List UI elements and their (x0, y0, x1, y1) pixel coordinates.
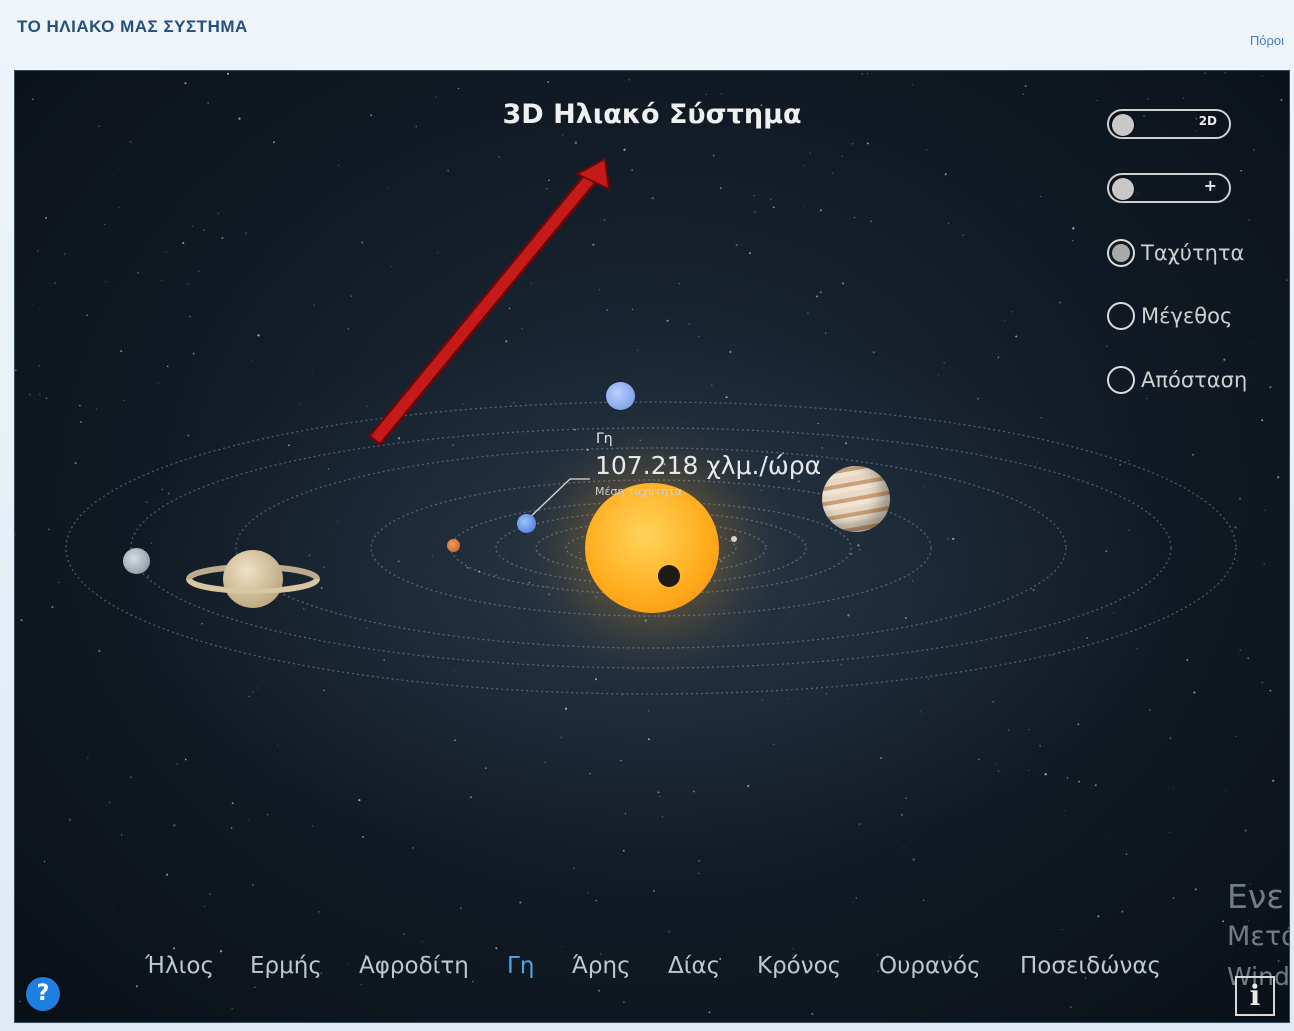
mercury-transit-dot[interactable] (658, 565, 680, 587)
page-title: ΤΟ ΗΛΙΑΚΟ ΜΑΣ ΣΥΣΤΗΜΑ (17, 17, 248, 36)
planet-earth[interactable] (517, 514, 536, 533)
planet-jupiter[interactable] (822, 466, 890, 532)
toggle-extra[interactable]: + (1107, 173, 1231, 203)
radio-size[interactable]: Μέγεθος (1107, 300, 1232, 332)
radio-size-indicator (1107, 302, 1135, 330)
watermark-line-2: Μετά (1227, 921, 1289, 952)
radio-speed[interactable]: Ταχύτητα (1107, 237, 1244, 269)
nav-item-mars[interactable]: Άρης (572, 953, 631, 979)
radio-distance[interactable]: Απόσταση (1107, 364, 1247, 396)
toggle-2d-knob (1112, 114, 1134, 136)
toggle-2d-label: 2D (1198, 114, 1217, 128)
planet-mars[interactable] (447, 539, 460, 552)
nav-item-jupiter[interactable]: Δίας (668, 953, 720, 979)
toggle-extra-label: + (1203, 176, 1217, 195)
radio-speed-label: Ταχύτητα (1141, 241, 1245, 265)
planet-venus[interactable] (731, 536, 737, 542)
planet-speed-caption: Μέση ταχύτητα (595, 485, 682, 498)
radio-speed-indicator (1107, 239, 1135, 267)
planet-uranus[interactable] (606, 382, 635, 410)
info-button[interactable]: i (1235, 976, 1275, 1016)
nav-item-sun[interactable]: Ήλιος (145, 953, 214, 979)
nav-item-saturn[interactable]: Κρόνος (757, 953, 841, 979)
planet-neptune[interactable] (123, 548, 150, 574)
resources-link[interactable]: Πόροι (1250, 33, 1284, 48)
viewer-title: 3D Ηλιακό Σύστημα (502, 99, 802, 130)
planet-saturn[interactable] (223, 550, 283, 608)
radio-distance-indicator (1107, 366, 1135, 394)
watermark-line-1: Ενε (1227, 877, 1285, 916)
nav-item-uranus[interactable]: Ουρανός (879, 953, 981, 979)
solar-system-viewer[interactable]: 3D Ηλιακό Σύστημα Γη 107.218 χλμ./ώρα Μέ… (14, 70, 1290, 1023)
planet-nav: Ήλιος Ερμής Αφροδίτη Γη Άρης Δίας Κρόνος… (15, 953, 1289, 993)
planet-name-label: Γη (596, 431, 613, 447)
nav-item-neptune[interactable]: Ποσειδώνας (1020, 953, 1161, 979)
sun[interactable] (585, 483, 719, 613)
help-button[interactable]: ? (26, 977, 60, 1011)
toggle-extra-knob (1112, 178, 1134, 200)
toggle-2d[interactable]: 2D (1107, 109, 1231, 139)
nav-item-venus[interactable]: Αφροδίτη (359, 953, 469, 979)
nav-item-mercury[interactable]: Ερμής (250, 953, 322, 979)
planet-speed-value: 107.218 χλμ./ώρα (595, 451, 822, 480)
nav-item-earth[interactable]: Γη (507, 953, 534, 979)
page-header: ΤΟ ΗΛΙΑΚΟ ΜΑΣ ΣΥΣΤΗΜΑ Πόροι (0, 0, 1294, 70)
radio-size-label: Μέγεθος (1141, 304, 1233, 328)
radio-distance-label: Απόσταση (1141, 368, 1248, 392)
